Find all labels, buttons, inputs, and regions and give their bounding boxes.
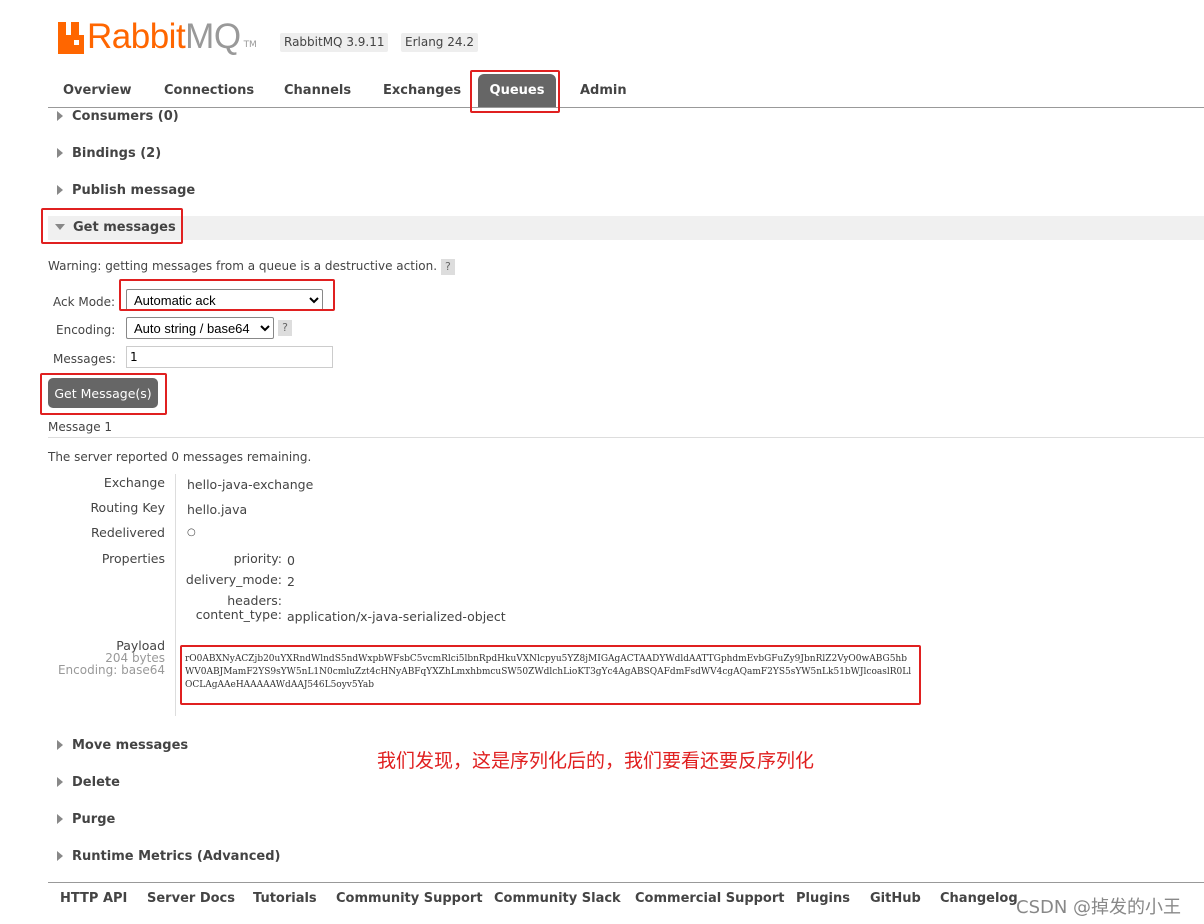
section-bindings[interactable]: Bindings (2)	[57, 144, 161, 164]
tab-channels[interactable]: Channels	[284, 81, 351, 101]
footer-link-http-api[interactable]: HTTP API	[60, 891, 127, 906]
erlang-badge: Erlang 24.2	[401, 33, 478, 52]
exchange-value: hello-java-exchange	[187, 477, 314, 492]
footer-link-tutorials[interactable]: Tutorials	[253, 891, 317, 906]
ack-mode-label: Ack Mode:	[53, 295, 116, 309]
routing-key-value: hello.java	[187, 502, 248, 517]
headers-label: headers:	[227, 593, 282, 608]
section-publish-label: Publish message	[72, 183, 196, 198]
warning-label: Warning: getting messages from a queue i…	[48, 259, 438, 273]
version-badge: RabbitMQ 3.9.11	[280, 33, 389, 52]
footer-link-server-docs[interactable]: Server Docs	[147, 891, 235, 906]
highlight-get-button	[40, 373, 167, 415]
help-icon[interactable]: ?	[440, 259, 455, 275]
section-consumers-label: Consumers (0)	[72, 109, 179, 124]
main-tabs: Overview Connections Channels Exchanges …	[48, 72, 1204, 108]
section-move-messages[interactable]: Move messages	[57, 736, 188, 756]
section-runtime-metrics[interactable]: Runtime Metrics (Advanced)	[57, 847, 280, 867]
expand-arrow-icon	[57, 184, 63, 195]
details-divider	[175, 474, 176, 716]
tab-overview[interactable]: Overview	[63, 81, 132, 101]
remaining-count: 0	[171, 450, 180, 464]
section-consumers[interactable]: Consumers (0)	[57, 107, 179, 127]
rabbitmq-logo[interactable]: Rabbit MQ TM	[58, 14, 257, 54]
annotation-text: 我们发现，这是序列化后的，我们要看还要反序列化	[377, 750, 815, 772]
server-reported-suffix: messages remaining.	[179, 450, 312, 464]
highlight-payload	[180, 645, 921, 705]
encoding-select[interactable]: Auto string / base64	[126, 317, 274, 339]
logo-trademark: TM	[243, 40, 257, 50]
highlight-get-messages	[41, 208, 183, 244]
footer-link-github[interactable]: GitHub	[870, 891, 921, 906]
payload-encoding: Encoding: base64	[57, 663, 165, 677]
csdn-watermark: CSDN @掉发的小王	[1016, 897, 1182, 918]
footer-link-community-support[interactable]: Community Support	[336, 891, 483, 906]
logo-text-mq: MQ	[185, 17, 241, 56]
properties-label: Properties	[101, 551, 165, 566]
expand-arrow-icon	[57, 776, 63, 787]
expand-arrow-icon	[57, 813, 63, 824]
footer-link-changelog[interactable]: Changelog	[940, 891, 1018, 906]
server-reported-prefix: The server reported	[48, 450, 172, 464]
logo-text-rabbit: Rabbit	[87, 17, 186, 56]
redelivered-value: ○	[187, 527, 196, 538]
highlight-ack-mode	[119, 279, 335, 311]
expand-arrow-icon	[57, 739, 63, 750]
delivery-mode-label: delivery_mode:	[185, 572, 282, 587]
highlight-queues-tab	[470, 70, 560, 113]
expand-arrow-icon	[57, 850, 63, 861]
section-purge-label: Purge	[72, 812, 116, 827]
priority-label: priority:	[233, 551, 282, 566]
content-type-label: content_type:	[195, 607, 282, 622]
section-delete[interactable]: Delete	[57, 773, 120, 793]
expand-arrow-icon	[57, 147, 63, 158]
footer-link-commercial-support[interactable]: Commercial Support	[635, 891, 785, 906]
encoding-label: Encoding:	[56, 323, 116, 337]
section-move-label: Move messages	[72, 738, 189, 753]
exchange-label: Exchange	[103, 475, 165, 490]
section-delete-label: Delete	[72, 775, 120, 790]
section-bindings-label: Bindings (2)	[72, 146, 162, 161]
server-reported-text: The server reported 0 messages remaining…	[48, 450, 311, 464]
redelivered-label: Redelivered	[91, 525, 165, 540]
tab-admin[interactable]: Admin	[580, 81, 627, 101]
priority-value: 0	[287, 553, 295, 568]
rabbitmq-logo-icon	[58, 22, 84, 54]
tab-exchanges[interactable]: Exchanges	[383, 81, 461, 101]
warning-text: Warning: getting messages from a queue i…	[48, 259, 455, 275]
routing-key-label: Routing Key	[90, 500, 165, 515]
section-runtime-label: Runtime Metrics (Advanced)	[72, 849, 281, 864]
section-publish-message[interactable]: Publish message	[57, 181, 195, 201]
get-messages-header-bar	[48, 216, 1204, 240]
section-purge[interactable]: Purge	[57, 810, 115, 830]
message-title: Message 1	[48, 420, 113, 434]
divider	[48, 437, 1204, 438]
encoding-help-icon[interactable]: ?	[278, 320, 292, 336]
expand-arrow-icon	[57, 110, 63, 121]
footer-link-plugins[interactable]: Plugins	[796, 891, 850, 906]
messages-count-input[interactable]	[126, 346, 333, 368]
delivery-mode-value: 2	[287, 574, 295, 589]
content-type-value: application/x-java-serialized-object	[287, 609, 506, 624]
footer-link-community-slack[interactable]: Community Slack	[494, 891, 621, 906]
tab-connections[interactable]: Connections	[164, 81, 254, 101]
messages-label: Messages:	[53, 352, 116, 366]
